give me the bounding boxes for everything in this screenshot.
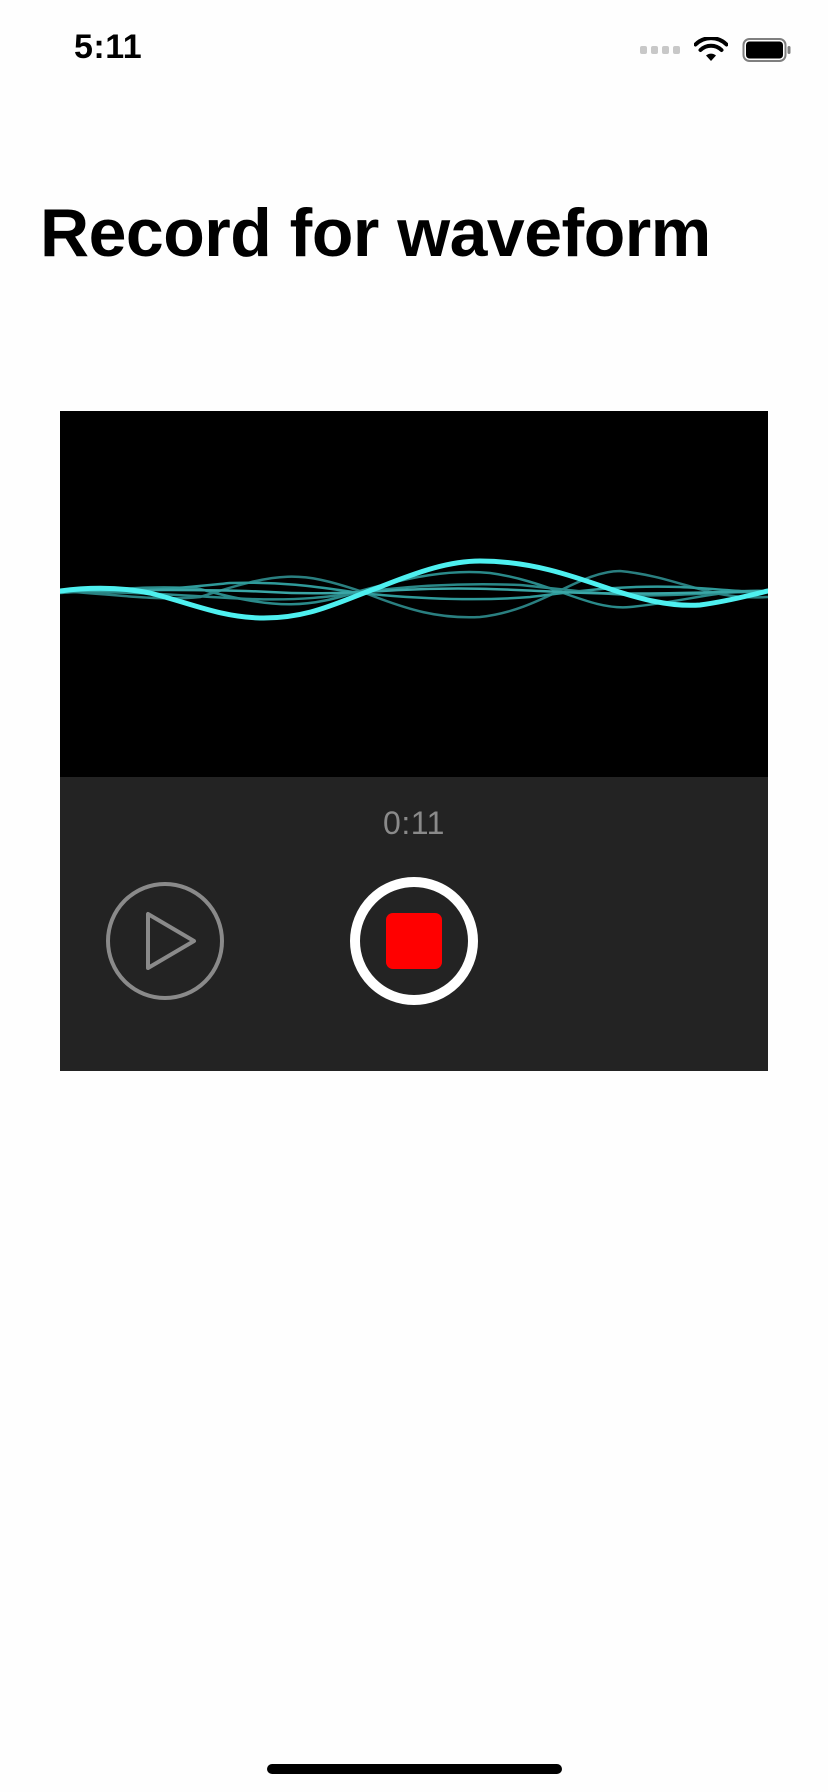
recorder-controls: 0:11 xyxy=(60,777,768,1071)
waveform-view xyxy=(60,411,768,777)
wifi-icon xyxy=(694,37,728,63)
elapsed-time: 0:11 xyxy=(383,805,445,841)
home-indicator[interactable] xyxy=(267,1764,562,1774)
status-icons xyxy=(640,34,792,66)
stop-icon xyxy=(350,877,478,1005)
waveform-graphic xyxy=(60,558,768,621)
audio-recorder: 0:11 xyxy=(60,411,768,1071)
play-icon xyxy=(106,882,224,1000)
screen: 5:11 Record for waveform 0:11 xyxy=(0,0,828,1792)
battery-icon xyxy=(742,37,792,63)
cellular-signal-icon xyxy=(640,46,680,54)
status-time: 5:11 xyxy=(74,28,143,66)
play-button[interactable] xyxy=(105,881,225,1001)
stop-recording-button[interactable] xyxy=(348,875,480,1007)
page-title: Record for waveform xyxy=(40,195,711,271)
